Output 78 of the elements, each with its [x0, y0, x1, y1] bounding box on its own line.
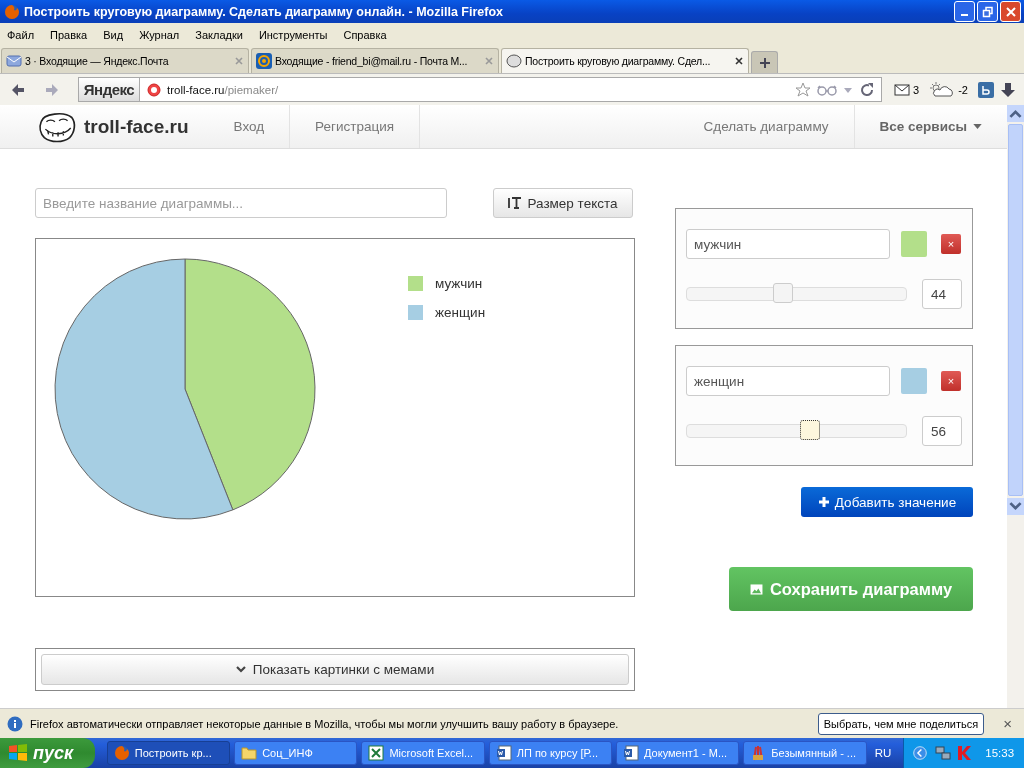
- share-choice-button[interactable]: Выбрать, чем мне поделиться: [817, 712, 985, 735]
- menu-item[interactable]: Журнал: [139, 28, 180, 41]
- delete-button[interactable]: ×: [941, 371, 961, 391]
- notification-text: Firefox автоматически отправляет некоторые данные в Mozilla, чтобы мы могли улучшить вашу работу в браузере.: [30, 717, 619, 730]
- plus-icon: [758, 56, 771, 69]
- envelope-icon: [6, 53, 22, 69]
- mail-icon[interactable]: [894, 81, 910, 98]
- firefox-icon: [113, 745, 130, 761]
- close-tab-icon[interactable]: [734, 56, 744, 66]
- troll-face-icon[interactable]: [38, 110, 76, 143]
- folder-icon: [241, 745, 258, 761]
- download-icon[interactable]: [999, 81, 1016, 98]
- bookmark-app-icon[interactable]: [977, 81, 994, 98]
- chevron-down-icon: [235, 665, 246, 674]
- document-icon: [495, 745, 512, 761]
- browser-tab[interactable]: 3 · Входящие — Яндекс.Почта: [1, 48, 249, 73]
- text-size-button[interactable]: Размер текста: [493, 188, 633, 218]
- restore-icon: [981, 5, 994, 18]
- delete-button[interactable]: ×: [941, 234, 961, 254]
- value-number-field[interactable]: 44: [922, 279, 962, 309]
- close-icon: [1004, 5, 1017, 18]
- spreadsheet-icon: [368, 745, 385, 761]
- caret-icon: [973, 124, 982, 129]
- mail-count: 3: [913, 83, 920, 96]
- menu-item[interactable]: Закладки: [195, 28, 243, 41]
- legend-label: женщин: [435, 305, 486, 320]
- network-icon[interactable]: [935, 745, 952, 761]
- windows-flag-icon: [8, 743, 28, 763]
- site-logo[interactable]: troll-face.ru: [84, 115, 189, 138]
- show-memes-button[interactable]: Показать картинки с мемами: [41, 654, 629, 685]
- chart-title-field[interactable]: Введите название диаграммы...: [35, 188, 447, 218]
- menu-item[interactable]: Справка: [343, 28, 387, 41]
- text-size-icon: [508, 196, 523, 210]
- minimize-button[interactable]: [954, 1, 975, 22]
- value-name-field[interactable]: женщин: [686, 366, 890, 396]
- legend-label: мужчин: [435, 276, 483, 291]
- nav-link[interactable]: Сделать диаграмму: [678, 105, 855, 148]
- firefox-icon: [4, 3, 20, 20]
- menu-item[interactable]: Вид: [103, 28, 124, 41]
- add-value-button[interactable]: Добавить значение: [801, 487, 973, 517]
- nav-link[interactable]: Регистрация: [290, 105, 420, 148]
- restore-button[interactable]: [977, 1, 998, 22]
- menu-item[interactable]: Инструменты: [258, 28, 328, 41]
- temperature: -2: [958, 83, 968, 96]
- scroll-up-icon[interactable]: [1007, 105, 1024, 122]
- plus-icon: [817, 496, 830, 508]
- start-button[interactable]: пуск: [0, 738, 95, 768]
- taskbar-button[interactable]: ЛП по курсу [Р...: [488, 741, 613, 765]
- notification-close-button[interactable]: ×: [1001, 715, 1014, 732]
- slider-thumb[interactable]: [799, 420, 820, 440]
- browser-tab[interactable]: Входящие - friend_bi@mail.ru - Почта М...: [251, 48, 499, 73]
- window-title: Построить круговую диаграмму. Сделать диаграмму онлайн. - Mozilla Firefox: [24, 4, 504, 19]
- value-name-field[interactable]: мужчин: [686, 229, 890, 259]
- taskbar-button[interactable]: Microsoft Excel...: [361, 741, 485, 765]
- weather-icon[interactable]: [929, 81, 956, 98]
- taskbar-button[interactable]: Построить кр...: [106, 741, 231, 765]
- menu-item[interactable]: Правка: [50, 28, 88, 41]
- nav-link[interactable]: Вход: [208, 105, 291, 148]
- info-icon: [7, 715, 23, 732]
- services-dropdown[interactable]: Все сервисы: [854, 105, 1007, 148]
- value-number-field[interactable]: 56: [922, 416, 962, 446]
- taskbar-button[interactable]: Соц_ИНФ: [234, 741, 358, 765]
- taskbar-button[interactable]: Безымянный - ...: [743, 741, 867, 765]
- new-tab-button[interactable]: [751, 51, 778, 73]
- menu-item[interactable]: Файл: [7, 28, 35, 41]
- image-icon: [749, 583, 763, 595]
- scroll-thumb[interactable]: [1008, 124, 1023, 496]
- color-swatch[interactable]: [901, 368, 927, 394]
- document-icon: [623, 745, 640, 761]
- color-swatch[interactable]: [901, 231, 927, 257]
- language-indicator[interactable]: RU: [874, 747, 892, 759]
- browser-tab[interactable]: Построить круговую диаграмму. Сдел...: [501, 48, 749, 73]
- at-sign-icon: [256, 53, 272, 69]
- minimize-icon: [961, 14, 968, 16]
- taskbar-button[interactable]: Документ1 - М...: [616, 741, 740, 765]
- close-button[interactable]: [1000, 1, 1021, 22]
- clock: 15:33: [985, 747, 1015, 759]
- scroll-down-icon[interactable]: [1007, 498, 1024, 515]
